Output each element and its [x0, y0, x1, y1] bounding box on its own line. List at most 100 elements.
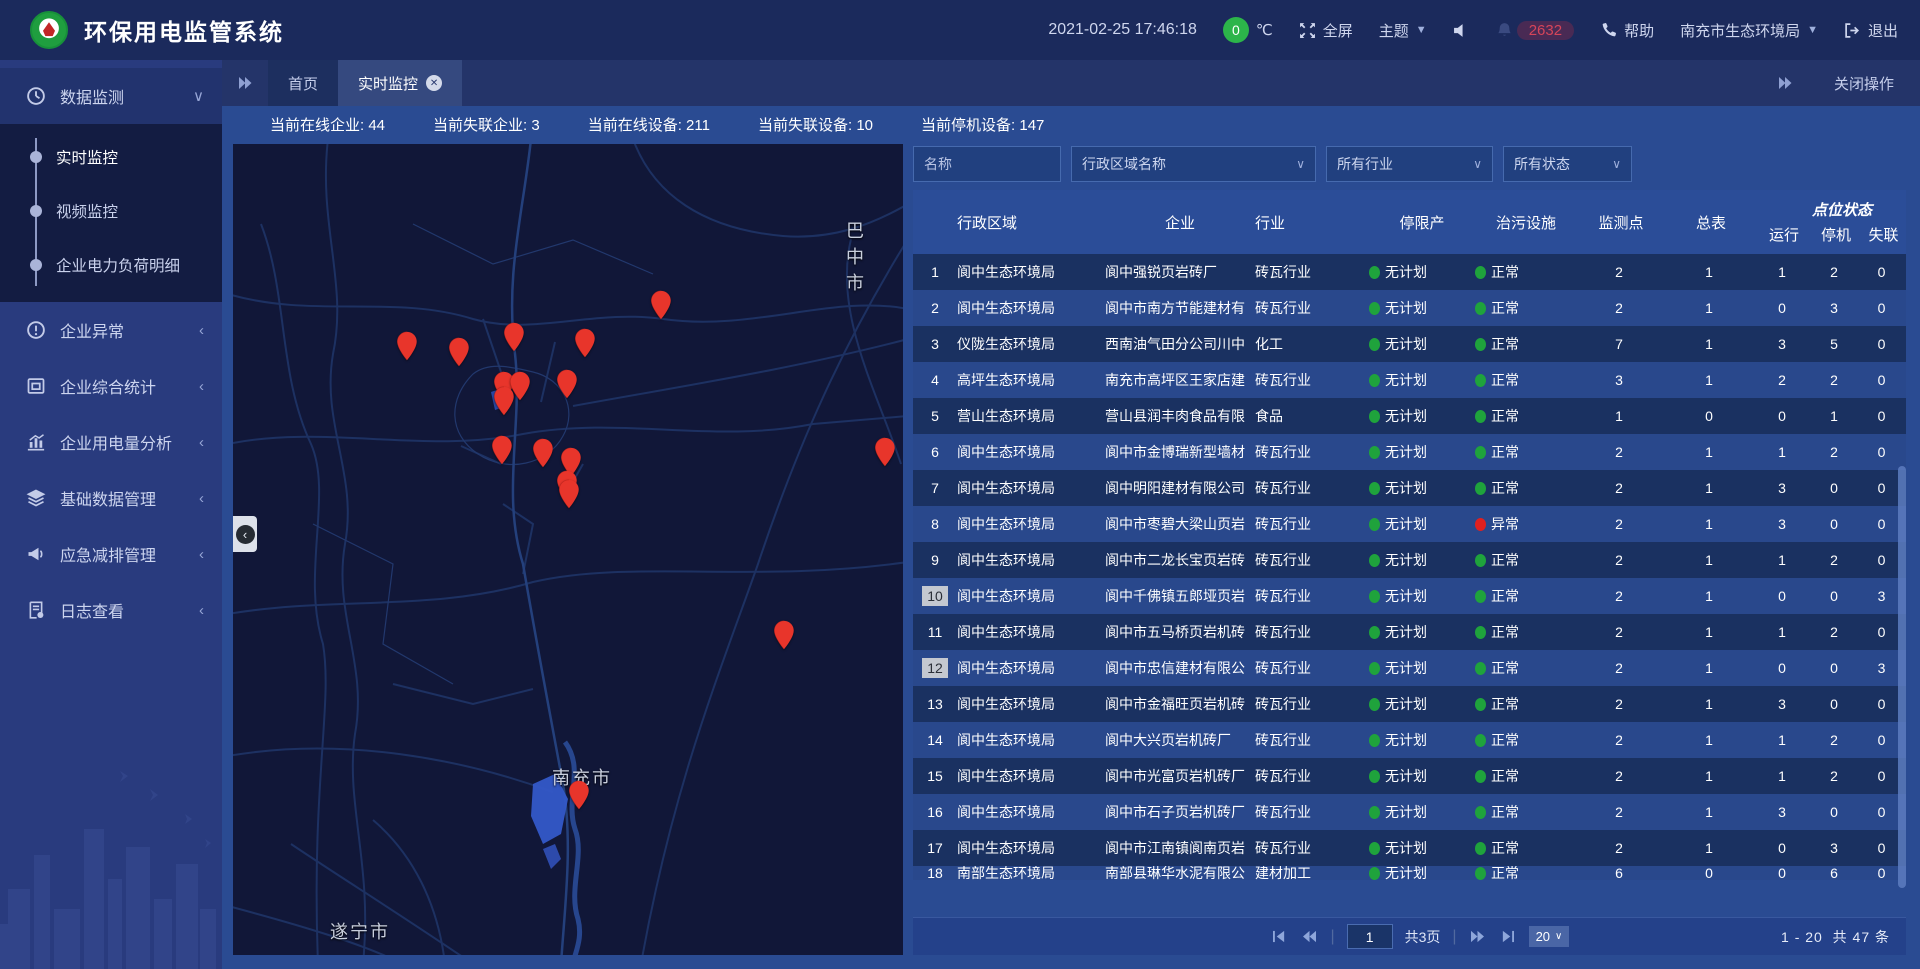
cell-facility-status: 正常	[1475, 298, 1577, 318]
sidebar-item-企业综合统计[interactable]: 企业综合统计‹	[0, 358, 222, 414]
tabs-scroll-left-button[interactable]	[222, 60, 268, 106]
table-row[interactable]: 17阆中生态环境局阆中市江南镇阆南页岩砖瓦行业无计划正常21030	[913, 830, 1906, 866]
table-row[interactable]: 16阆中生态环境局阆中市石子页岩机砖厂砖瓦行业无计划正常21300	[913, 794, 1906, 830]
table-row[interactable]: 9阆中生态环境局阆中市二龙长宝页岩砖砖瓦行业无计划正常21120	[913, 542, 1906, 578]
fullscreen-button[interactable]: 全屏	[1299, 20, 1353, 41]
sidebar-item-企业异常[interactable]: 企业异常‹	[0, 302, 222, 358]
table-row[interactable]: 6阆中生态环境局阆中市金博瑞新型墙材砖瓦行业无计划正常21120	[913, 434, 1906, 470]
cell-index: 13	[913, 694, 957, 714]
last-page-button[interactable]	[1499, 929, 1517, 945]
map-marker-pin[interactable]	[556, 369, 578, 399]
submenu-item-视频监控[interactable]: 视频监控	[0, 184, 222, 238]
map-marker-pin[interactable]	[493, 386, 515, 416]
table-scrollbar[interactable]	[1898, 466, 1906, 888]
cell-industry: 砖瓦行业	[1255, 766, 1369, 786]
map-marker-pin[interactable]	[773, 620, 795, 650]
map-marker-pin[interactable]	[396, 331, 418, 361]
map[interactable]: 巴中市南充市遂宁市 ‹	[233, 144, 903, 955]
cell-stop-status: 无计划	[1369, 406, 1475, 426]
table-row[interactable]: 3仪陇生态环境局西南油气田分公司川中化工无计划正常71350	[913, 326, 1906, 362]
stop-status-label: 无计划	[1385, 730, 1427, 750]
table-row[interactable]: 18南部生态环境局南部县琳华水泥有限公建材加工无计划正常60060	[913, 866, 1906, 880]
notification-count-badge: 2632	[1517, 21, 1574, 40]
close-operations-button[interactable]: 关闭操作	[1834, 73, 1894, 94]
map-marker-pin[interactable]	[574, 328, 596, 358]
map-marker-pin[interactable]	[532, 438, 554, 468]
cell-halt-count: 0	[1811, 696, 1861, 712]
map-marker-pin[interactable]	[568, 780, 590, 810]
close-tab-icon[interactable]: ✕	[426, 75, 442, 91]
alert-icon	[26, 320, 46, 340]
notifications[interactable]: 2632	[1496, 21, 1574, 40]
row-number: 8	[922, 514, 948, 534]
name-search-input[interactable]	[924, 156, 1050, 172]
cell-total-meters: 1	[1665, 840, 1757, 856]
table-row[interactable]: 12阆中生态环境局阆中市忠信建材有限公砖瓦行业无计划正常21003	[913, 650, 1906, 686]
table-row[interactable]: 13阆中生态环境局阆中市金福旺页岩机砖砖瓦行业无计划正常21300	[913, 686, 1906, 722]
cell-index: 6	[913, 442, 957, 462]
table-row[interactable]: 14阆中生态环境局阆中大兴页岩机砖厂砖瓦行业无计划正常21120	[913, 722, 1906, 758]
cell-region: 南部生态环境局	[957, 866, 1105, 880]
cell-total-meters: 0	[1665, 408, 1757, 424]
logout-button[interactable]: 退出	[1844, 20, 1898, 41]
map-marker-pin[interactable]	[503, 322, 525, 352]
help-button[interactable]: 帮助	[1600, 20, 1654, 41]
page-number-input[interactable]	[1347, 924, 1393, 949]
theme-dropdown[interactable]: 主题 ▼	[1379, 20, 1427, 41]
page-size-select[interactable]: 20 ∨	[1529, 926, 1570, 947]
sidebar-item-日志查看[interactable]: 日志查看‹	[0, 582, 222, 638]
table-row[interactable]: 1阆中生态环境局阆中强锐页岩砖厂砖瓦行业无计划正常21120	[913, 254, 1906, 290]
stop-status-label: 无计划	[1385, 478, 1427, 498]
pagination-bar: | 共3页 | 20 ∨ 1 - 20 共 47 条	[913, 917, 1906, 955]
temperature-badge: 0	[1223, 17, 1249, 43]
submenu-item-实时监控[interactable]: 实时监控	[0, 130, 222, 184]
status-select[interactable]: 所有状态 ∨	[1503, 146, 1632, 182]
stop-status-label: 无计划	[1385, 298, 1427, 318]
submenu-item-企业电力负荷明细[interactable]: 企业电力负荷明细	[0, 238, 222, 292]
table-row[interactable]: 11阆中生态环境局阆中市五马桥页岩机砖砖瓦行业无计划正常21120	[913, 614, 1906, 650]
region-select[interactable]: 行政区域名称 ∨	[1071, 146, 1316, 182]
cell-monitor-points: 1	[1577, 408, 1665, 424]
prev-page-button[interactable]	[1300, 929, 1318, 945]
sidebar-item-基础数据管理[interactable]: 基础数据管理‹	[0, 470, 222, 526]
status-dot-green	[1369, 626, 1380, 639]
sidebar-item-应急减排管理[interactable]: 应急减排管理‹	[0, 526, 222, 582]
cell-run-count: 0	[1757, 588, 1811, 604]
map-marker-pin[interactable]	[448, 337, 470, 367]
cell-facility-status: 正常	[1475, 334, 1577, 354]
facility-status-label: 正常	[1491, 442, 1519, 462]
sidebar-item-label: 企业用电量分析	[60, 430, 199, 454]
industry-select[interactable]: 所有行业 ∨	[1326, 146, 1493, 182]
row-number: 13	[922, 694, 948, 714]
cell-run-count: 1	[1757, 624, 1811, 640]
row-number: 3	[922, 334, 948, 354]
table-row[interactable]: 2阆中生态环境局阆中市南方节能建材有砖瓦行业无计划正常21030	[913, 290, 1906, 326]
sidebar-item-企业用电量分析[interactable]: 企业用电量分析‹	[0, 414, 222, 470]
cell-total-meters: 1	[1665, 552, 1757, 568]
mute-button[interactable]	[1453, 22, 1470, 39]
bell-icon	[1496, 22, 1513, 39]
table-row[interactable]: 7阆中生态环境局阆中明阳建材有限公司砖瓦行业无计划正常21300	[913, 470, 1906, 506]
map-marker-pin[interactable]	[558, 479, 580, 509]
next-page-button[interactable]	[1469, 929, 1487, 945]
table-row[interactable]: 10阆中生态环境局阆中千佛镇五郎垭页岩砖瓦行业无计划正常21003	[913, 578, 1906, 614]
first-page-button[interactable]	[1270, 929, 1288, 945]
sidebar-collapse-button[interactable]: ‹	[233, 516, 257, 552]
sidebar-item-数据监测[interactable]: 数据监测∨	[0, 68, 222, 124]
table-row[interactable]: 8阆中生态环境局阆中市枣碧大梁山页岩砖瓦行业无计划异常21300	[913, 506, 1906, 542]
table-row[interactable]: 4高坪生态环境局南充市高坪区王家店建砖瓦行业无计划正常31220	[913, 362, 1906, 398]
status-dot-green	[1475, 842, 1486, 855]
tab-home[interactable]: 首页	[268, 60, 338, 106]
org-dropdown[interactable]: 南充市生态环境局 ▼	[1680, 20, 1818, 41]
table-row[interactable]: 15阆中生态环境局阆中市光富页岩机砖厂砖瓦行业无计划正常21120	[913, 758, 1906, 794]
tab-realtime-monitor[interactable]: 实时监控 ✕	[338, 60, 462, 106]
table-row[interactable]: 5营山生态环境局营山县润丰肉食品有限食品无计划正常10010	[913, 398, 1906, 434]
tabs-scroll-right-button[interactable]	[1762, 75, 1808, 91]
map-marker-pin[interactable]	[650, 290, 672, 320]
map-marker-pin[interactable]	[491, 435, 513, 465]
status-dot-green	[1475, 590, 1486, 603]
speaker-icon	[1453, 22, 1470, 39]
stop-status-label: 无计划	[1385, 766, 1427, 786]
map-marker-pin[interactable]	[874, 437, 896, 467]
cell-industry: 砖瓦行业	[1255, 370, 1369, 390]
